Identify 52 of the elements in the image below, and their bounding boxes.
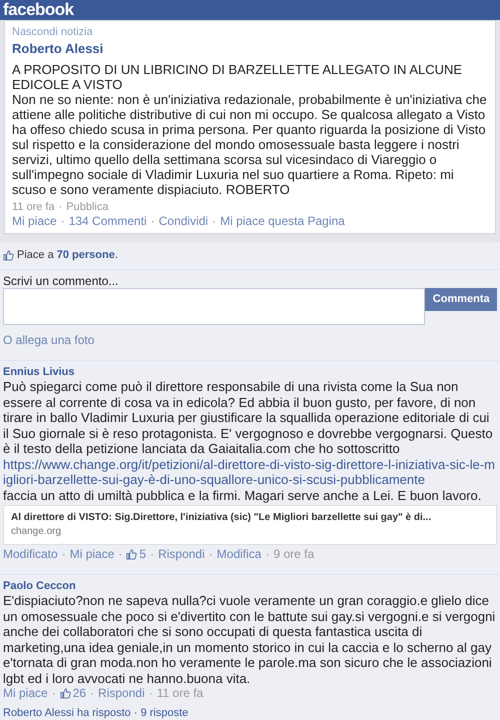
separator-dot: · xyxy=(50,686,57,701)
thumbs-up-icon xyxy=(126,549,138,560)
separator-dot: · xyxy=(89,686,96,701)
post-title: A PROPOSITO DI UN LIBRICINO DI BARZELLETTE ALLEGATO IN ALCUNE EDICOLE A VISTO xyxy=(12,62,464,92)
action-link[interactable]: Rispondi xyxy=(98,686,145,701)
separator-dot: · xyxy=(264,547,270,562)
like-count[interactable]: 26 xyxy=(72,686,86,701)
comment-field[interactable] xyxy=(3,288,426,325)
commenter-name[interactable]: Paolo Ceccon xyxy=(3,579,497,593)
comment-text: Può spiegarci come può il direttore responsabile di una rivista come la Sua non essere al corrente di cosa va in edicola? Ed abbia il buon gusto, per favore, di non tirare in ballo Vladimir Luxuria per giustificare la squallida operazione editoriale di cui il Suo giornale si è reso protagonista. E' vergognoso e dovrebbe vergognarsi. Questo è il testo della petizione lanciata da Gaiaitalia.com che ho sottoscritto xyxy=(3,379,494,456)
replies-link[interactable]: Roberto Alessi ha risposto · 9 risposte xyxy=(3,706,497,720)
post-meta: Pubblica xyxy=(66,200,108,214)
post-text: Non ne so niente: non è un'iniziativa redazionale, probabilmente è un'iniziativa che attiene alle politiche distributive di cui non mi occupo. Se qualcosa allegato a Visto ha offeso chiedo scusa in prima persona. Per quanto riguarda la posizione di Visto sul rispetto e la considerazione del mondo omosessuale basta leggere i nostri servizi, ultimo quello della settimana scorsa sul vicesindaco di Viareggio o sull'impegno sociale di Vladimir Luxuria nel suo quartiere a Roma. Ripeto: mi scuso e sono veramente dispiaciuto. ROBERTO xyxy=(12,92,488,197)
action-link[interactable]: 134 Commenti xyxy=(68,214,147,229)
separator-dot: · xyxy=(150,214,156,229)
comment-label: Scrivi un commento... xyxy=(3,274,120,288)
attach-photo-link[interactable]: O allega una foto xyxy=(3,333,94,348)
action-link[interactable]: Mi piace questa Pagina xyxy=(220,214,345,229)
action-link[interactable]: Rispondi xyxy=(158,547,205,562)
timestamp: 9 ore fa xyxy=(273,547,314,562)
preview-title: Al direttore di VISTO: Sig.Direttore, l'iniziativa (sic) "Le Migliori barzellette sui gay" è di... xyxy=(11,511,432,525)
petition-link[interactable]: https://www.change.org/it/petizioni/al-direttore-di-visto-sig-direttore-l-iniziativa-sic-le-migliori-barzellette-sui-gay-è-di-uno-squallore-unico-si-scusi-pubblicamente xyxy=(3,456,497,488)
link-preview-card[interactable]: Al direttore di VISTO: Sig.Direttore, l'iniziativa (sic) "Le Migliori barzellette sui gay" è di... change.org xyxy=(3,505,497,545)
hide-link[interactable]: Nascondi notizia xyxy=(12,26,488,39)
action-link[interactable]: Condividi xyxy=(158,214,208,229)
timestamp: 11 ore fa xyxy=(156,686,204,701)
action-link[interactable]: Mi piace xyxy=(70,547,114,562)
author-name[interactable]: Roberto Alessi xyxy=(12,40,488,57)
separator-dot: · xyxy=(58,200,64,214)
thumbs-up-icon xyxy=(3,250,14,261)
commenter-name[interactable]: Ennius Livius xyxy=(3,365,497,379)
thumbs-up-icon xyxy=(60,688,71,699)
separator-dot: · xyxy=(149,547,156,562)
like-count[interactable]: 5 xyxy=(139,547,146,562)
action-link[interactable]: Modificato xyxy=(3,547,58,562)
action-link[interactable]: Mi piace xyxy=(12,214,57,229)
comment-button[interactable]: Commenta xyxy=(425,288,497,311)
separator-dot: · xyxy=(211,214,218,229)
likes-link[interactable]: 70 persone xyxy=(56,249,115,262)
preview-domain: change.org xyxy=(11,525,62,539)
action-link[interactable]: Modifica xyxy=(216,547,262,562)
separator-dot: · xyxy=(117,547,124,562)
comment-text: E'dispiaciuto?non ne sapeva nulla?ci vuole veramente un gran coraggio.e glielo dice un omosessuale che poco si e'divertito con le battute sui gay.si vergogni.e si vergogni anche dei collaboratori che si sono occupati di questa fantastica uscita di marketing,una idea geniale,in un momento storico in cui la caccia e lo scherno al gay e'tornata di gran moda.non ho veramente le parole.ma son sicuro che le associazioni lgbt ed i loro avvocati ne hanno.buona vita. xyxy=(3,593,496,686)
post-meta: 11 ore fa xyxy=(12,200,55,214)
separator-dot: · xyxy=(60,547,67,562)
logo[interactable]: facebook xyxy=(3,0,74,20)
comment-text: faccia un atto di umiltà pubblica e la firmi. Magari serve anche a Lei. E buon lavoro. xyxy=(3,488,482,503)
separator-dot: · xyxy=(208,547,214,562)
separator-dot: · xyxy=(148,686,154,701)
action-link[interactable]: Mi piace xyxy=(3,686,48,701)
likes-text: Piace a 70 persone. xyxy=(17,248,118,264)
separator-dot: · xyxy=(60,214,66,229)
